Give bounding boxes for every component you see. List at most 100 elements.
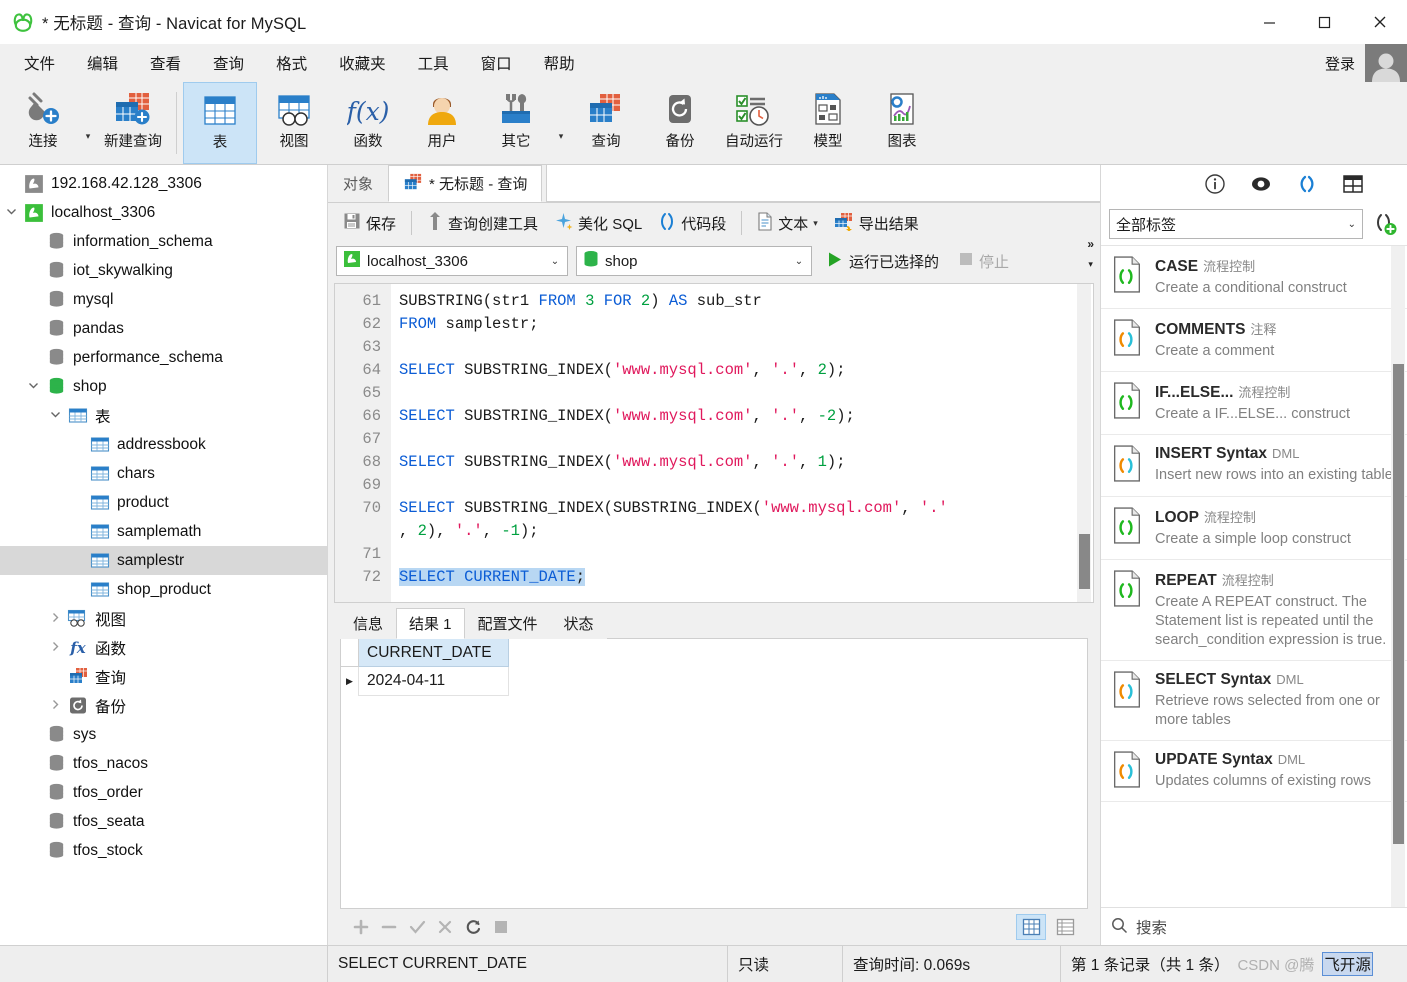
tree-item-samplemath[interactable]: samplemath	[0, 517, 327, 546]
menu-favorites[interactable]: 收藏夹	[323, 47, 402, 79]
chevron-down-icon[interactable]	[22, 380, 44, 394]
ribbon-button-chart[interactable]: 图表	[865, 82, 939, 164]
tree-item-192-168-42-128_3306[interactable]: 192.168.42.128_3306	[0, 169, 327, 198]
object-tree[interactable]: 192.168.42.128_3306 localhost_3306 informa…	[0, 165, 328, 945]
double-chevron-right-icon[interactable]: »	[1087, 237, 1094, 251]
tree-item-localhost_3306[interactable]: localhost_3306	[0, 198, 327, 227]
menu-file[interactable]: 文件	[8, 47, 71, 79]
snippet-item[interactable]: CASE 流程控制 Create a conditional construct	[1101, 246, 1407, 310]
code-snippet-icon[interactable]	[1295, 172, 1319, 196]
result-tab-0[interactable]: 信息	[340, 608, 397, 639]
snippet-item[interactable]: LOOP 流程控制 Create a simple loop construct	[1101, 497, 1407, 560]
chevron-down-icon[interactable]: ⌄	[547, 256, 563, 267]
cancel-changes-button[interactable]	[432, 914, 458, 940]
tree-item-视图[interactable]: 视图	[0, 604, 327, 633]
run-selected-button[interactable]: 运行已选择的	[820, 248, 945, 275]
menu-view[interactable]: 查看	[134, 47, 197, 79]
code-line[interactable]	[399, 336, 1093, 359]
refresh-button[interactable]	[460, 914, 486, 940]
tree-item-sys[interactable]: sys	[0, 720, 327, 749]
tree-item-samplestr[interactable]: samplestr	[0, 546, 327, 575]
snippet-search-row[interactable]: 搜索	[1101, 907, 1407, 945]
tree-item-performance_schema[interactable]: performance_schema	[0, 343, 327, 372]
ribbon-button-view[interactable]: 视图	[257, 82, 331, 164]
beautify-sql-button[interactable]: 美化 SQL	[547, 208, 649, 239]
grid-column-header[interactable]: CURRENT_DATE	[359, 639, 509, 667]
result-tab-1[interactable]: 结果 1	[396, 608, 465, 639]
code-line[interactable]: FROM samplestr;	[399, 313, 1093, 336]
chevron-down-icon[interactable]	[0, 206, 22, 220]
tree-item-information_schema[interactable]: information_schema	[0, 227, 327, 256]
tree-item-shop_product[interactable]: shop_product	[0, 575, 327, 604]
tree-item-pandas[interactable]: pandas	[0, 314, 327, 343]
minimize-button[interactable]	[1242, 0, 1297, 44]
tree-item-函数[interactable]: fx 函数	[0, 633, 327, 662]
ribbon-button-model[interactable]: 模型	[791, 82, 865, 164]
connection-dropdown-caret-icon[interactable]: ▾	[80, 82, 96, 164]
info-icon[interactable]	[1203, 172, 1227, 196]
tree-item-表[interactable]: 表	[0, 401, 327, 430]
menu-edit[interactable]: 编辑	[71, 47, 134, 79]
code-line[interactable]	[399, 382, 1093, 405]
tag-filter-select[interactable]: 全部标签 ⌄	[1109, 209, 1363, 239]
ribbon-button-function[interactable]: f(x) 函数	[331, 82, 405, 164]
code-line[interactable]: SELECT SUBSTRING_INDEX(SUBSTRING_INDEX('…	[399, 497, 1093, 520]
chevron-down-icon[interactable]	[44, 409, 66, 423]
other-dropdown-caret-icon[interactable]: ▾	[553, 82, 569, 164]
editor-scrollbar-thumb[interactable]	[1079, 534, 1090, 589]
ribbon-button-user[interactable]: 用户	[405, 82, 479, 164]
connection-select[interactable]: localhost_3306 ⌄	[336, 246, 568, 276]
result-tab-2[interactable]: 配置文件	[464, 608, 551, 639]
ribbon-button-table[interactable]: 表	[183, 82, 257, 164]
grid-view-toggle[interactable]	[1016, 914, 1046, 940]
delete-record-button[interactable]	[376, 914, 402, 940]
sql-editor[interactable]: 61 62 63 64 65 66 67 68 69 70 71 72 SUBSTRING(str1 …	[334, 283, 1094, 603]
code-line[interactable]: SELECT SUBSTRING_INDEX('www.mysql.com', …	[399, 405, 1093, 428]
snippet-item[interactable]: UPDATE Syntax DML Updates columns of exist…	[1101, 741, 1407, 803]
snippet-item[interactable]: INSERT Syntax DML Insert new rows into an …	[1101, 435, 1407, 497]
tree-item-tfos_nacos[interactable]: tfos_nacos	[0, 749, 327, 778]
sql-code[interactable]: SUBSTRING(str1 FROM 3 FOR 2) AS sub_str F…	[391, 284, 1093, 602]
chevron-right-icon[interactable]	[44, 612, 66, 626]
grid-cell[interactable]: 2024-04-11	[359, 667, 509, 696]
tree-item-chars[interactable]: chars	[0, 459, 327, 488]
ribbon-button-new-query[interactable]: 新建查询	[96, 82, 170, 164]
tree-item-addressbook[interactable]: addressbook	[0, 430, 327, 459]
snippet-item[interactable]: REPEAT 流程控制 Create A REPEAT construct. The…	[1101, 560, 1407, 661]
ribbon-button-query[interactable]: 查询	[569, 82, 643, 164]
close-button[interactable]	[1352, 0, 1407, 44]
tree-item-shop[interactable]: shop	[0, 372, 327, 401]
tree-item-tfos_seata[interactable]: tfos_seata	[0, 807, 327, 836]
ribbon-button-connection[interactable]: 连接	[6, 82, 80, 164]
tree-item-tfos_stock[interactable]: tfos_stock	[0, 836, 327, 865]
avatar[interactable]	[1365, 44, 1407, 82]
ribbon-button-backup[interactable]: 备份	[643, 82, 717, 164]
result-tab-3[interactable]: 状态	[550, 608, 607, 639]
chevron-right-icon[interactable]	[44, 641, 66, 655]
table-row[interactable]: ▶ 2024-04-11	[341, 667, 1087, 696]
menu-query[interactable]: 查询	[197, 47, 260, 79]
add-snippet-icon[interactable]	[1371, 210, 1399, 238]
code-line[interactable]: SELECT SUBSTRING_INDEX('www.mysql.com', …	[399, 359, 1093, 382]
login-link[interactable]: 登录	[1315, 53, 1365, 74]
snippet-item[interactable]: COMMENTS 注释 Create a comment	[1101, 309, 1407, 373]
tab-query[interactable]: * 无标题 - 查询	[388, 165, 543, 202]
code-line[interactable]: SELECT CURRENT_DATE;	[399, 566, 1093, 589]
text-dropdown-caret-icon[interactable]: ▾	[813, 218, 818, 229]
tree-item-查询[interactable]: 查询	[0, 662, 327, 691]
tab-object[interactable]: 对象	[328, 165, 389, 202]
stop-loading-button[interactable]	[488, 914, 514, 940]
menu-help[interactable]: 帮助	[528, 47, 591, 79]
ribbon-button-automation[interactable]: 自动运行	[717, 82, 791, 164]
snippet-item[interactable]: IF...ELSE... 流程控制 Create a IF...ELSE... co…	[1101, 372, 1407, 436]
code-line[interactable]	[399, 543, 1093, 566]
database-select[interactable]: shop ⌄	[576, 246, 812, 276]
tree-item-tfos_order[interactable]: tfos_order	[0, 778, 327, 807]
preview-eye-icon[interactable]	[1249, 172, 1273, 196]
snippet-item[interactable]: SELECT Syntax DML Retrieve rows selected f…	[1101, 661, 1407, 742]
apply-changes-button[interactable]	[404, 914, 430, 940]
add-record-button[interactable]	[348, 914, 374, 940]
code-line[interactable]: , 2), '.', -1);	[399, 520, 1093, 543]
form-view-toggle[interactable]	[1050, 914, 1080, 940]
chevron-down-icon[interactable]: ⌄	[1348, 219, 1356, 230]
